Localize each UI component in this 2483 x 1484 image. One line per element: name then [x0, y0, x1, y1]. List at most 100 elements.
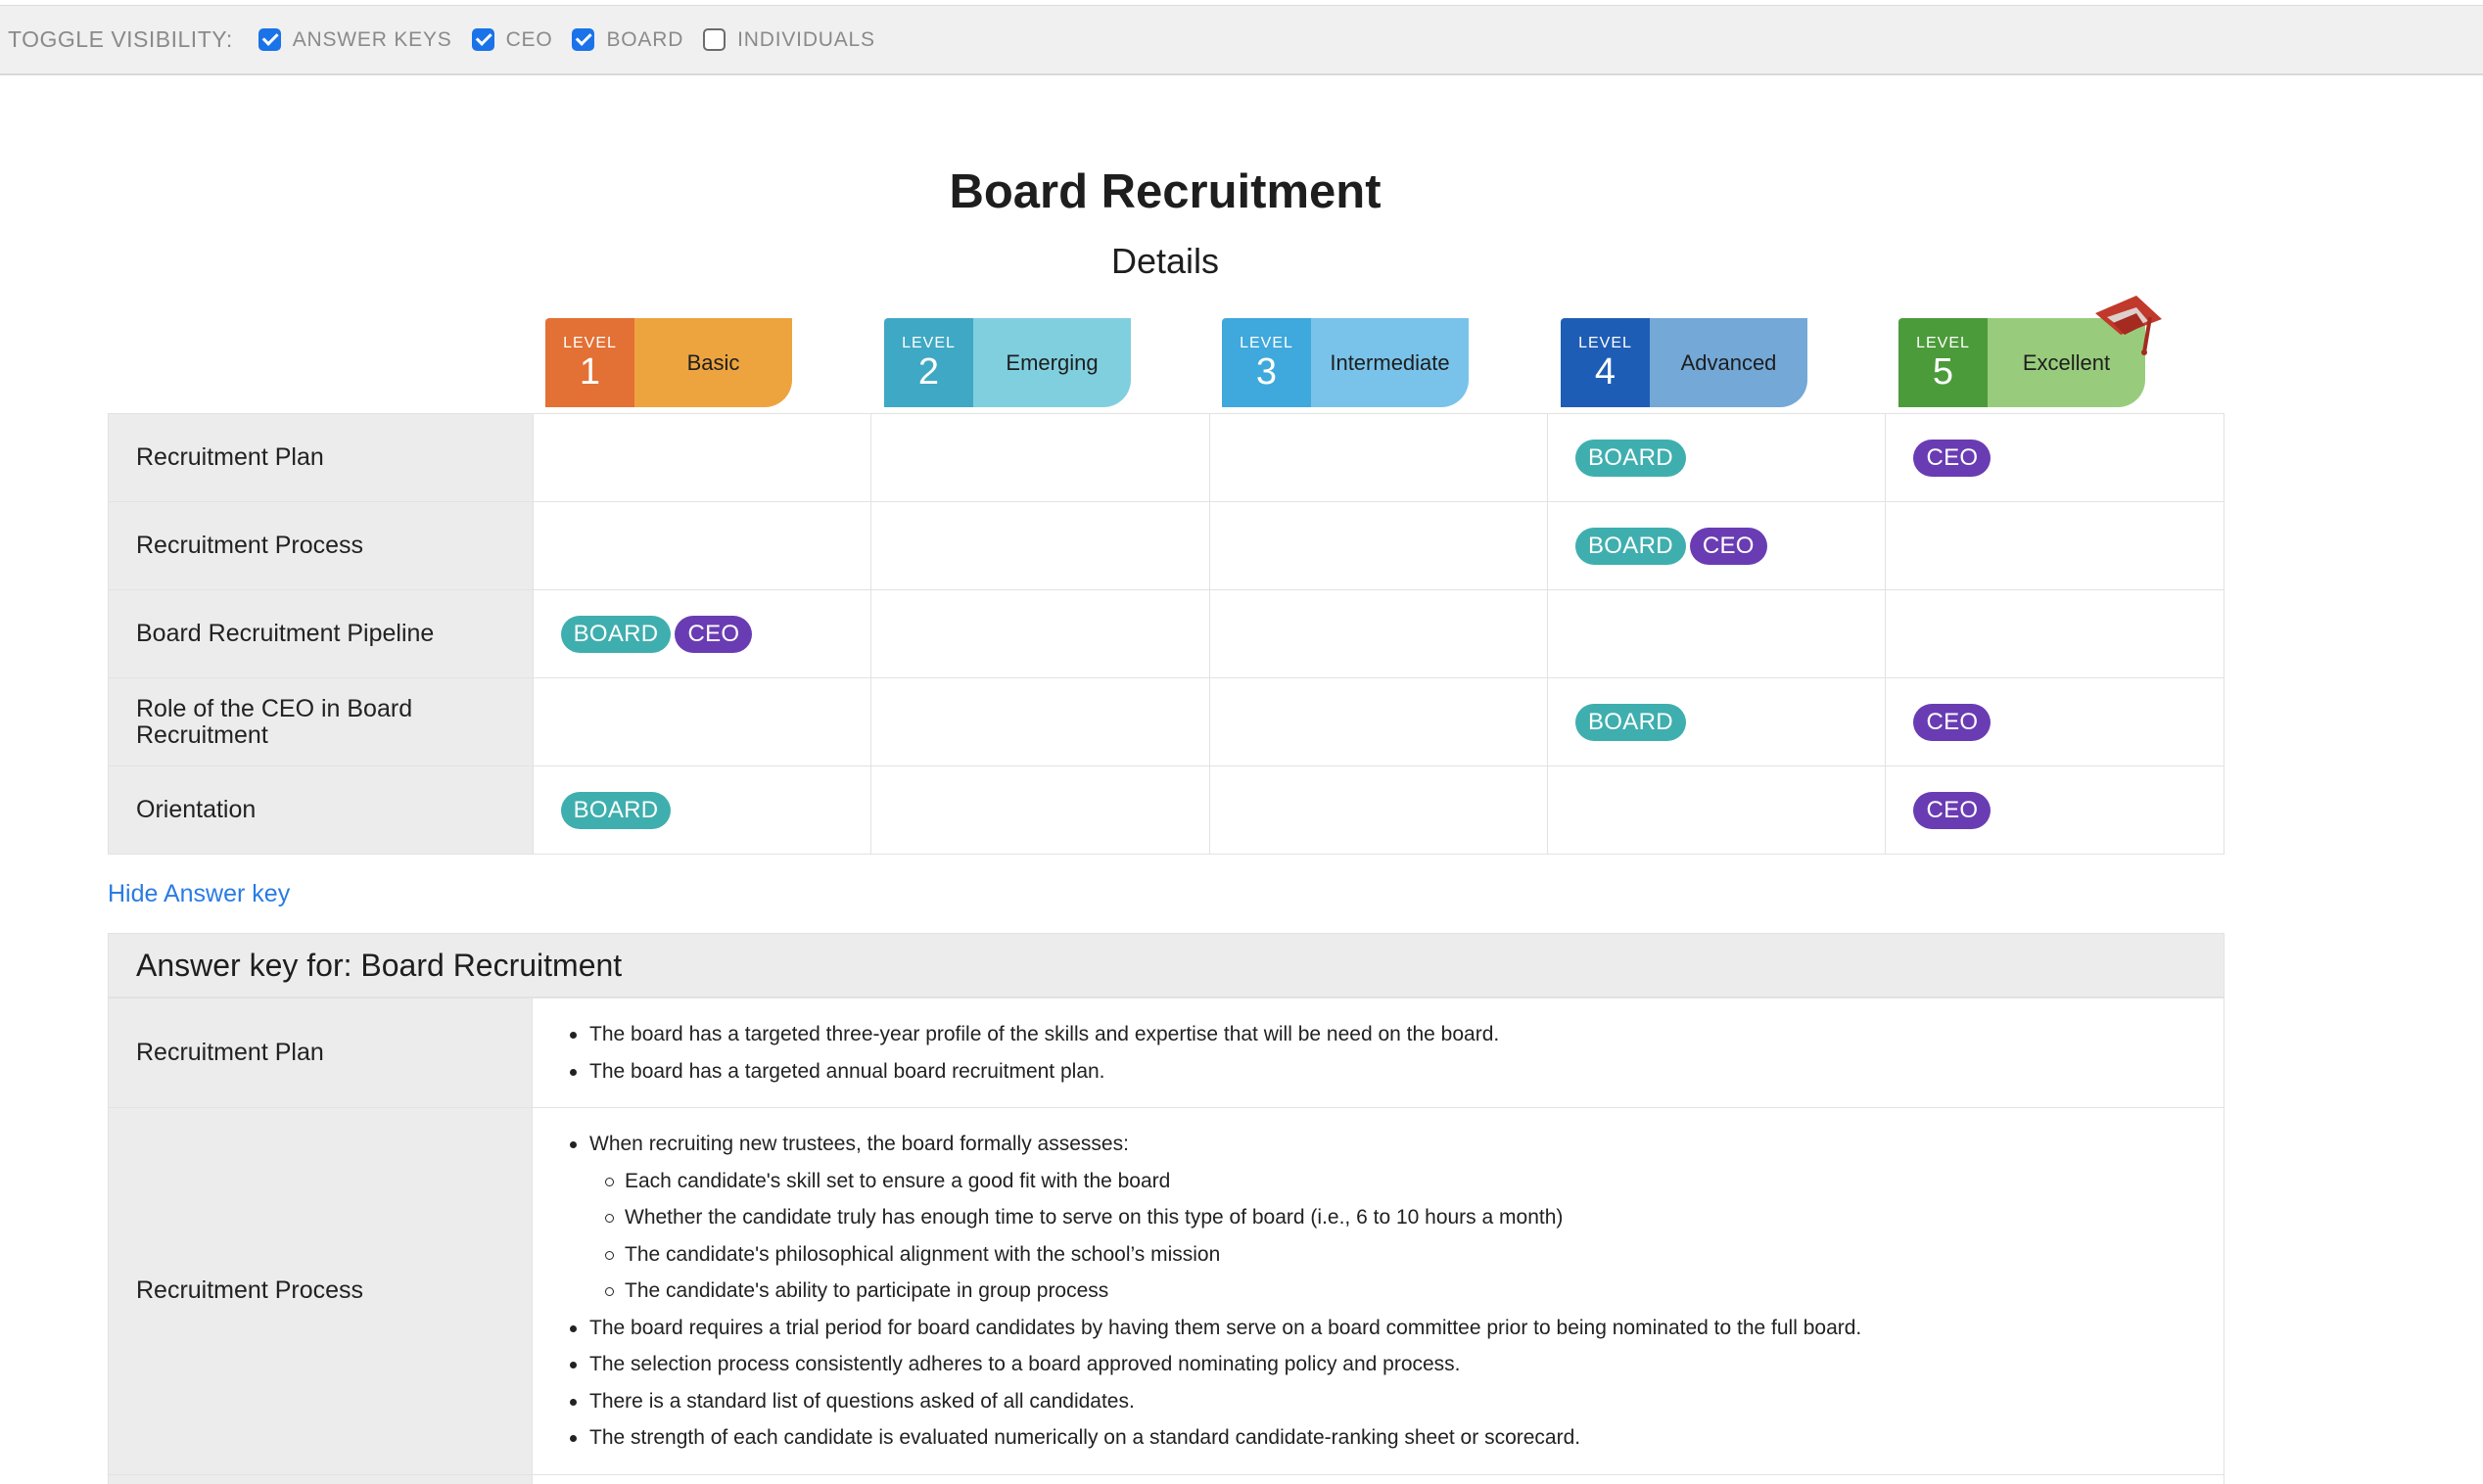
matrix-cell-level-2 [870, 501, 1210, 590]
matrix-cell-level-2 [870, 765, 1210, 855]
answer-key-list: The board has a targeted three-year prof… [568, 1016, 2224, 1090]
ceo-tag: CEO [1689, 527, 1767, 565]
answer-keys-checkbox[interactable] [258, 28, 281, 51]
matrix-cell-level-2 [870, 589, 1210, 678]
matrix-cell-level-3 [1208, 413, 1549, 502]
matrix-cell-level-2 [870, 413, 1210, 502]
answer-key-subitem: Whether the candidate truly has enough t… [603, 1199, 2224, 1236]
answer-key-content [532, 1473, 2225, 1484]
matrix-cell-level-5: CEO [1885, 677, 2225, 766]
answer-key-item: The selection process consistently adher… [568, 1346, 2224, 1383]
matrix-cell-level-1: BOARD CEO [532, 589, 872, 678]
matrix-row-label: Recruitment Process [108, 501, 534, 590]
level-number: 3 [1255, 350, 1278, 393]
answer-key-row-label: Recruitment Process [108, 1107, 533, 1475]
ceo-tag: CEO [1913, 791, 1991, 829]
answer-key-row [108, 1473, 2225, 1484]
level-prefix: LEVEL [1578, 334, 1632, 351]
matrix-cell-level-3 [1208, 589, 1549, 678]
board-tag: BOARD [1575, 439, 1686, 477]
matrix-row-label: Board Recruitment Pipeline [108, 589, 534, 678]
matrix-row: Board Recruitment Pipeline BOARD CEO [108, 589, 2225, 678]
board-tag: BOARD [560, 791, 672, 829]
answer-key-header: Answer key for: Board Recruitment [108, 933, 2225, 997]
matrix-cell-level-3 [1208, 501, 1549, 590]
level-number: 2 [917, 350, 940, 393]
board-tag: BOARD [1575, 703, 1686, 741]
board-tag: BOARD [1575, 527, 1686, 565]
level-4-header: LEVEL 4 Advanced [1561, 318, 1807, 407]
answer-key-row: Recruitment Process When recruiting new t… [108, 1107, 2225, 1475]
answer-key-list: When recruiting new trustees, the board … [568, 1126, 2224, 1457]
answer-key-subitem: The candidate's philosophical alignment … [603, 1236, 2224, 1274]
answer-key-content: The board has a targeted three-year prof… [532, 997, 2225, 1108]
matrix-cell-level-3 [1208, 765, 1549, 855]
matrix-row: Role of the CEO in Board Recruitment BOAR… [108, 677, 2225, 766]
matrix-cell-level-5 [1885, 501, 2225, 590]
level-number: 1 [579, 350, 601, 393]
page-subtitle: Details [1110, 241, 1220, 281]
answer-key-subitem: The candidate's ability to participate i… [603, 1273, 2224, 1310]
matrix-cell-level-3 [1208, 677, 1549, 766]
board-checkbox[interactable] [572, 28, 595, 51]
answer-key-content: When recruiting new trustees, the board … [532, 1107, 2225, 1475]
level-name: Advanced [1650, 318, 1807, 407]
answer-key-item: The board has a targeted three-year prof… [568, 1016, 2224, 1053]
answer-key-row: Recruitment Plan The board has a targeted… [108, 997, 2225, 1108]
answer-key-item: The board has a targeted annual board re… [568, 1053, 2224, 1090]
matrix-cell-level-4 [1546, 589, 1887, 678]
answer-key-subitem: Each candidate's skill set to ensure a g… [603, 1163, 2224, 1200]
answer-key-item: The strength of each candidate is evalua… [568, 1419, 2224, 1457]
matrix-cell-level-5 [1885, 589, 2225, 678]
matrix-cell-level-5: CEO [1885, 765, 2225, 855]
ceo-label[interactable]: CEO [506, 28, 553, 52]
level-matrix: Recruitment Plan BOARD CEO Recruitment Proc… [108, 413, 2225, 855]
ceo-tag: CEO [1913, 439, 1991, 477]
matrix-row-label: Orientation [108, 765, 534, 855]
level-prefix: LEVEL [1240, 334, 1293, 351]
toggle-board[interactable]: BOARD [572, 28, 683, 52]
matrix-cell-level-1 [532, 501, 872, 590]
matrix-cell-level-4: BOARD CEO [1546, 501, 1887, 590]
matrix-cell-level-1 [532, 677, 872, 766]
ceo-tag: CEO [1913, 703, 1991, 741]
hide-answer-key-link[interactable]: Hide Answer key [108, 880, 290, 908]
ceo-checkbox[interactable] [471, 28, 494, 51]
matrix-row-label: Role of the CEO in Board Recruitment [108, 677, 534, 766]
matrix-cell-level-4: BOARD [1546, 413, 1887, 502]
level-3-header: LEVEL 3 Intermediate [1222, 318, 1469, 407]
answer-key-item: There is a standard list of questions as… [568, 1383, 2224, 1420]
matrix-row: Recruitment Plan BOARD CEO [108, 413, 2225, 502]
board-tag: BOARD [560, 615, 672, 653]
page-title: Board Recruitment [949, 165, 1382, 218]
answer-key-table: Recruitment Plan The board has a targeted… [108, 997, 2225, 1484]
matrix-cell-level-1 [532, 413, 872, 502]
level-name: Intermediate [1311, 318, 1469, 407]
answer-keys-label[interactable]: ANSWER KEYS [293, 28, 452, 52]
answer-key-row-label: Recruitment Plan [108, 997, 533, 1108]
matrix-row: Orientation BOARD CEO [108, 765, 2225, 855]
board-label[interactable]: BOARD [606, 28, 683, 52]
toggle-ceo[interactable]: CEO [471, 28, 553, 52]
matrix-cell-level-1: BOARD [532, 765, 872, 855]
level-name: Basic [634, 318, 792, 407]
level-name: Emerging [973, 318, 1131, 407]
level-number: 5 [1932, 350, 1954, 393]
toggle-answer-keys[interactable]: ANSWER KEYS [258, 28, 452, 52]
individuals-label[interactable]: INDIVIDUALS [737, 28, 875, 52]
answer-key-row-label [108, 1473, 533, 1484]
level-2-header: LEVEL 2 Emerging [884, 318, 1131, 407]
graduation-cap-icon [2095, 296, 2162, 355]
answer-key-section: Answer key for: Board Recruitment Recrui… [108, 933, 2225, 1484]
level-prefix: LEVEL [563, 334, 617, 351]
individuals-checkbox[interactable] [703, 28, 726, 51]
toggle-visibility-label: TOGGLE VISIBILITY: [8, 26, 233, 52]
matrix-cell-level-4 [1546, 765, 1887, 855]
level-prefix: LEVEL [902, 334, 956, 351]
matrix-cell-level-4: BOARD [1546, 677, 1887, 766]
matrix-cell-level-5: CEO [1885, 413, 2225, 502]
toggle-visibility-bar: TOGGLE VISIBILITY: ANSWER KEYS CEO BOARD… [0, 5, 2483, 75]
answer-key-item: The board requires a trial period for bo… [568, 1310, 2224, 1347]
matrix-cell-level-2 [870, 677, 1210, 766]
toggle-individuals[interactable]: INDIVIDUALS [703, 28, 875, 52]
